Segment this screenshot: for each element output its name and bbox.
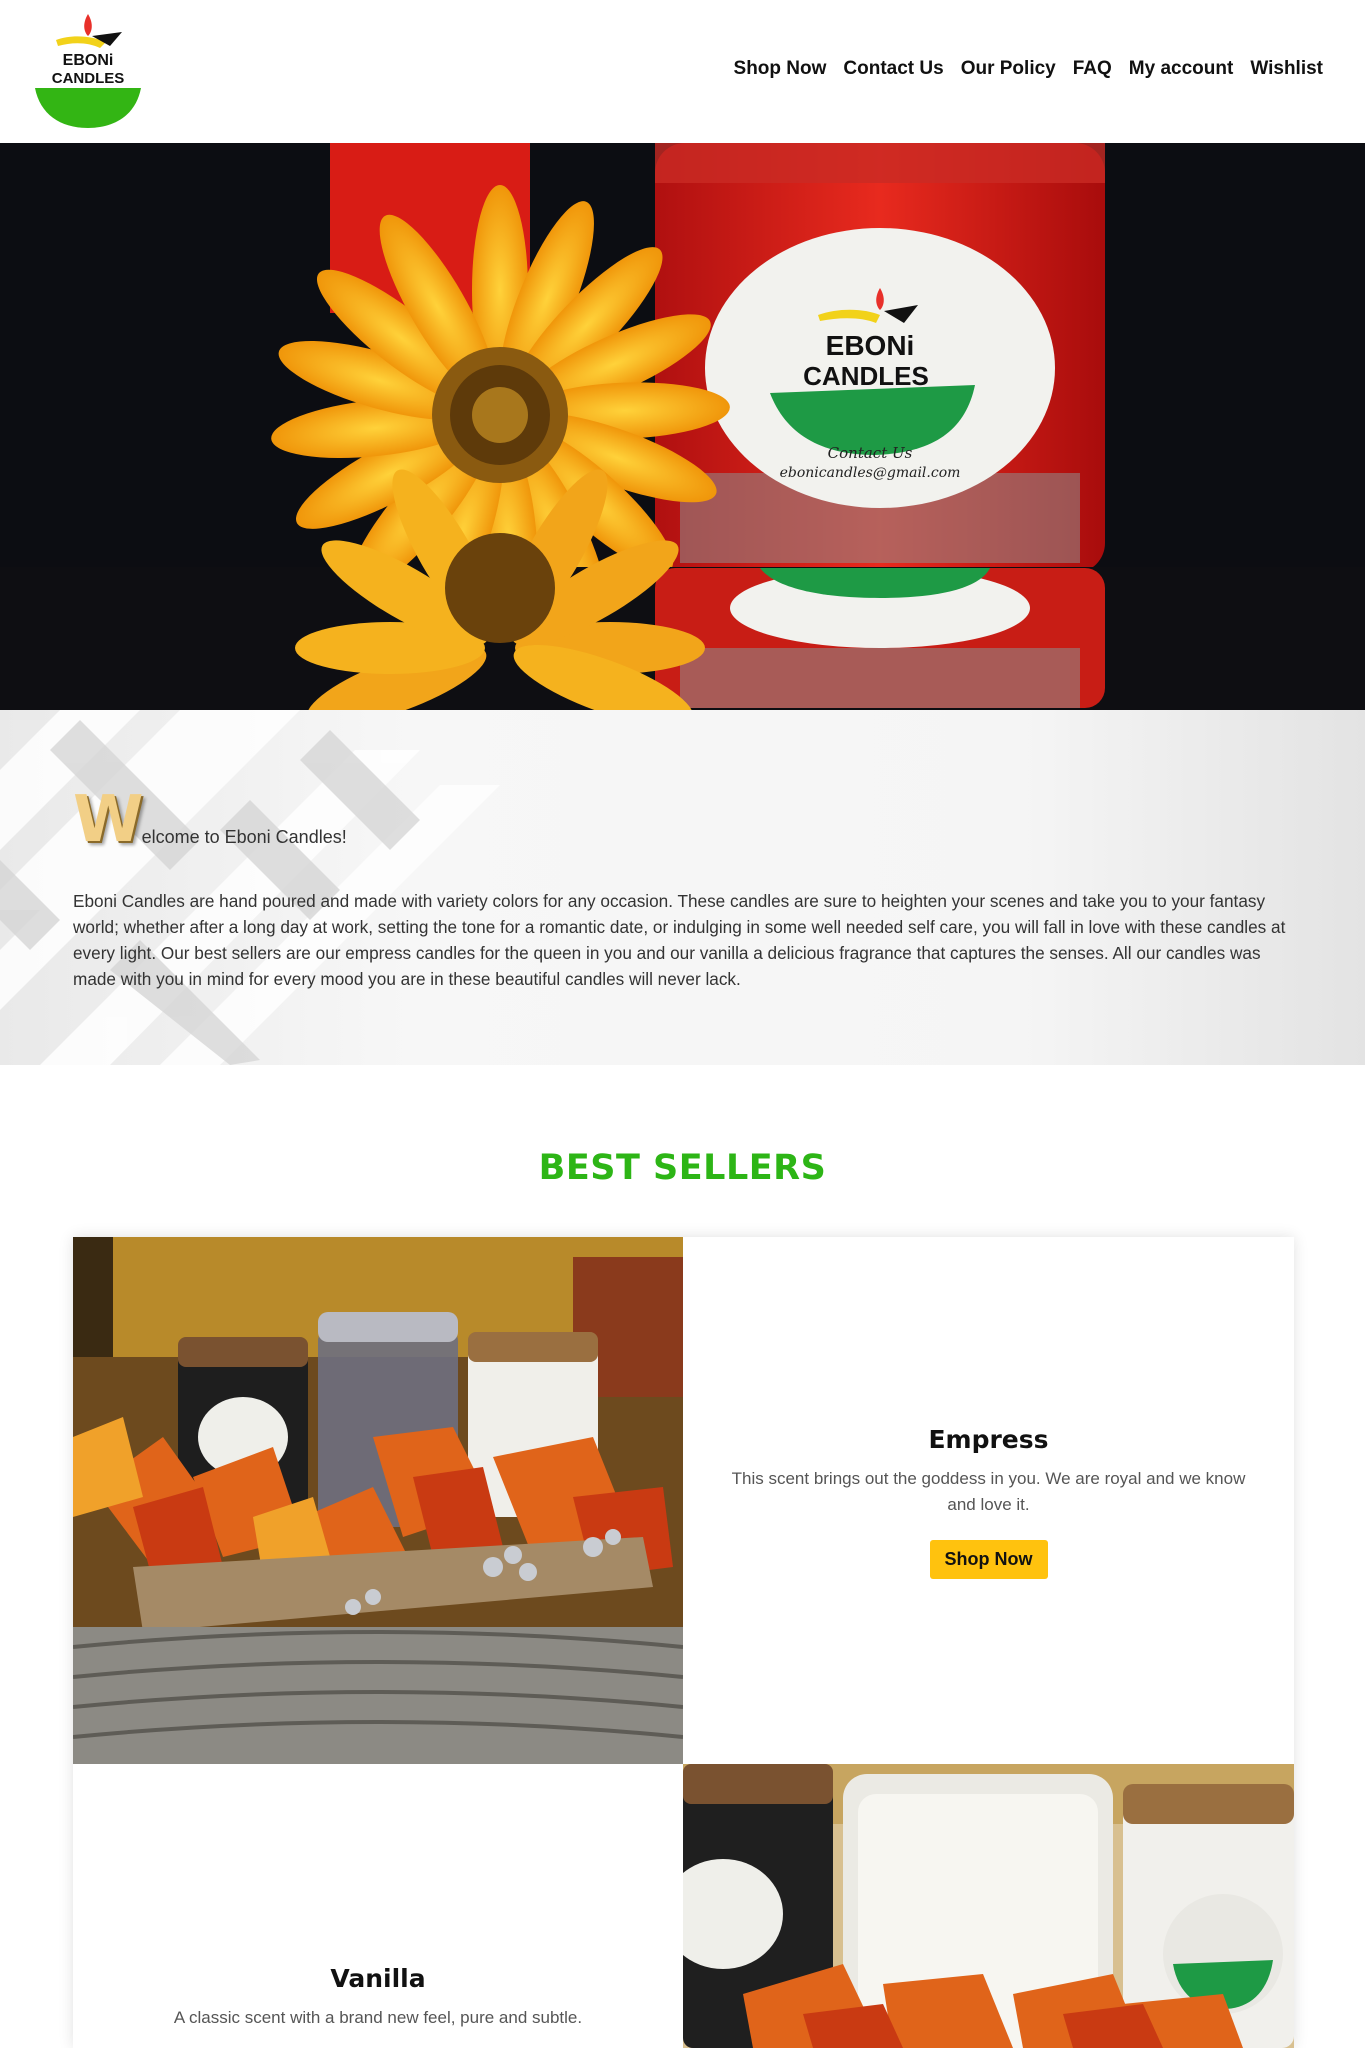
empress-shop-now-button[interactable]: Shop Now	[929, 1540, 1048, 1579]
logo-text-candles: CANDLES	[52, 70, 125, 87]
best-sellers-heading: BEST SELLERS	[538, 1148, 827, 1188]
welcome-title-text: elcome to Eboni Candles!	[141, 827, 347, 847]
nav-contact-us[interactable]: Contact Us	[843, 58, 943, 80]
nav-faq[interactable]: FAQ	[1073, 58, 1112, 80]
main-nav: Shop Now Contact Us Our Policy FAQ My ac…	[734, 58, 1323, 80]
site-header: EBONi CANDLES Shop Now Contact Us Our Po…	[0, 0, 1365, 143]
vanilla-product-info: Vanilla A classic scent with a brand new…	[73, 1964, 683, 2031]
nav-my-account[interactable]: My account	[1129, 58, 1234, 80]
logo-text-eboni: EBONi	[63, 52, 114, 69]
nav-our-policy[interactable]: Our Policy	[961, 58, 1056, 80]
jar-label-eboni: EBONi	[826, 330, 915, 361]
nav-wishlist[interactable]: Wishlist	[1250, 58, 1323, 80]
welcome-body-text: Eboni Candles are hand poured and made w…	[73, 891, 1286, 989]
hero-banner: EBONi CANDLES Contact Us ebonicandles@gm…	[0, 143, 1365, 710]
empress-product-image[interactable]	[73, 1237, 683, 1764]
vanilla-description: A classic scent with a brand new feel, p…	[173, 2008, 583, 2027]
best-sellers-card: Empress This scent brings out the goddes…	[73, 1237, 1294, 2048]
jar-label-candles: CANDLES	[803, 361, 929, 391]
vanilla-product-image[interactable]	[683, 1764, 1294, 2048]
welcome-drop-cap: W	[73, 783, 144, 857]
jar-label-contact: Contact Us	[828, 444, 913, 462]
vanilla-name: Vanilla	[330, 1964, 426, 1993]
nav-shop-now[interactable]: Shop Now	[734, 58, 827, 80]
empress-name: Empress	[928, 1425, 1049, 1454]
welcome-title: W elcome to Eboni Candles!	[73, 783, 347, 857]
jar-label-email: ebonicandles@gmail.com	[780, 465, 961, 481]
empress-description: This scent brings out the goddess in you…	[731, 1469, 1246, 1514]
empress-product-info: Empress This scent brings out the goddes…	[683, 1425, 1294, 1579]
eboni-candles-logo[interactable]: EBONi CANDLES	[32, 12, 144, 132]
hero-image: EBONi CANDLES Contact Us ebonicandles@gm…	[0, 143, 1365, 710]
